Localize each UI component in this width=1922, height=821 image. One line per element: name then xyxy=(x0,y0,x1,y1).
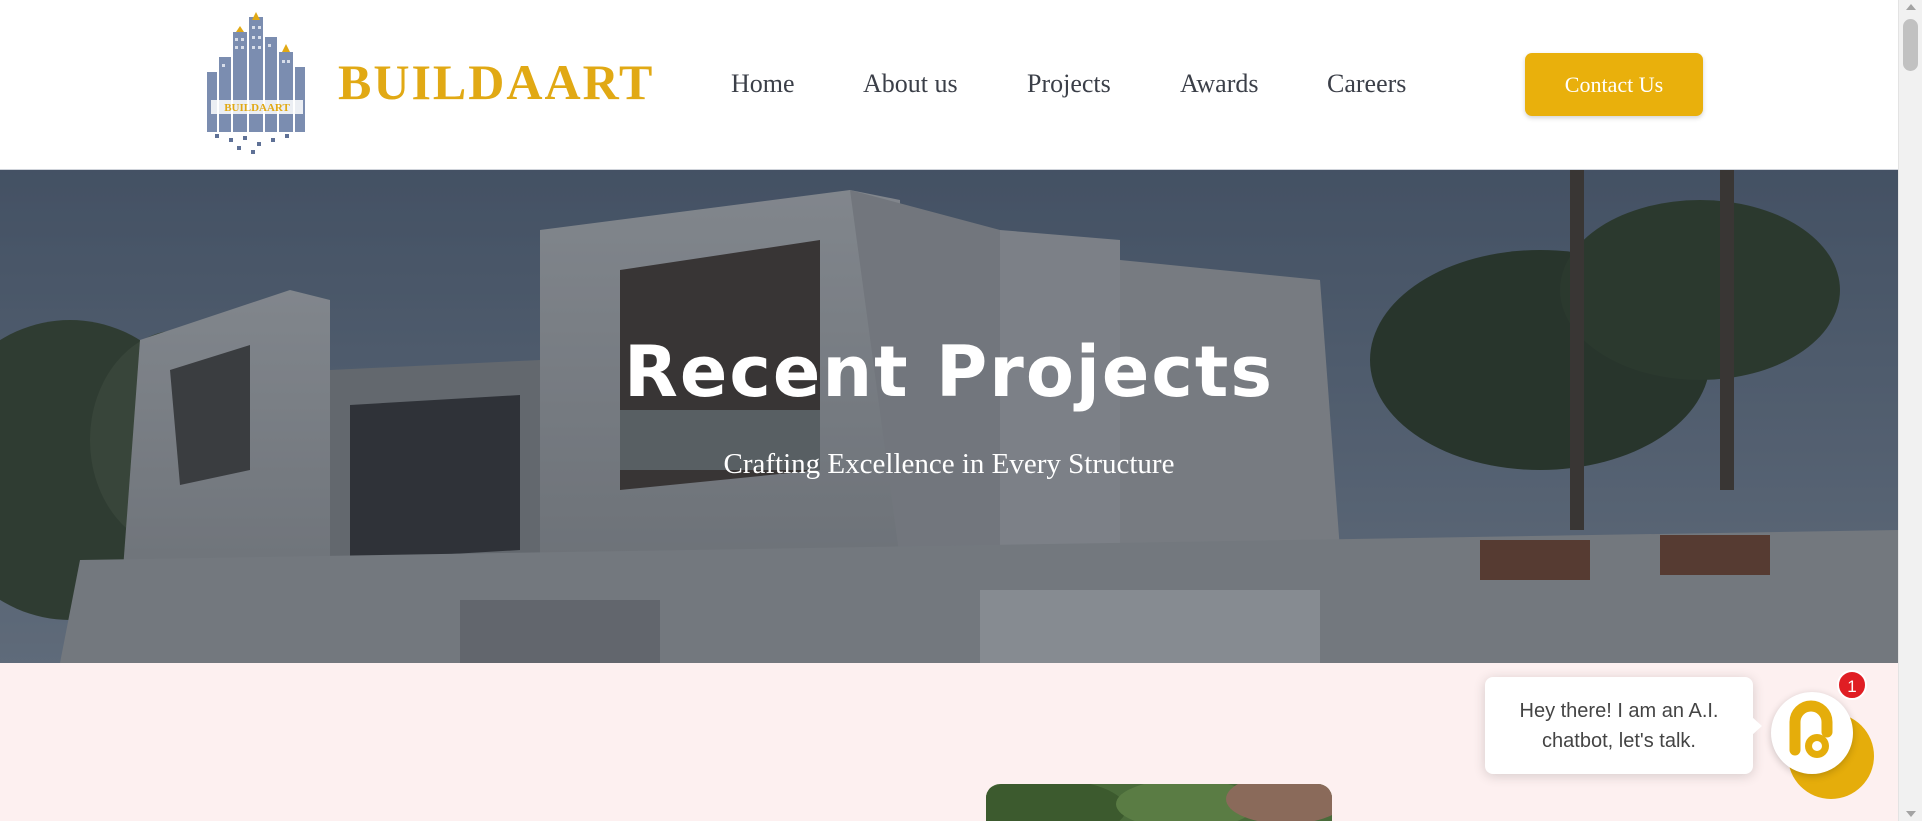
contact-us-button[interactable]: Contact Us xyxy=(1525,53,1703,116)
scroll-down-arrow-icon[interactable] xyxy=(1906,811,1916,817)
nav-projects[interactable]: Projects xyxy=(1027,64,1111,104)
chatbot-avatar[interactable] xyxy=(1771,692,1853,774)
page-scrollbar[interactable] xyxy=(1898,0,1922,821)
scrollbar-thumb[interactable] xyxy=(1903,19,1918,71)
chatbot-logo-icon xyxy=(1776,697,1848,769)
project-photo xyxy=(986,784,1332,821)
hero-subtitle: Crafting Excellence in Every Structure xyxy=(723,448,1175,480)
site-header: BUILDAART BUILDAART Home About us Projec… xyxy=(0,0,1898,170)
hero-banner: Recent Projects Crafting Excellence in E… xyxy=(0,170,1898,663)
nav-awards[interactable]: Awards xyxy=(1180,64,1258,104)
unread-count-badge: 1 xyxy=(1837,670,1867,700)
city-skyline-icon: BUILDAART xyxy=(207,12,305,154)
logo-text: BUILDAART xyxy=(224,102,290,114)
modern-house-photo xyxy=(0,170,1898,663)
nav-about-us[interactable]: About us xyxy=(863,64,958,104)
brand-name[interactable]: BUILDAART xyxy=(338,52,654,112)
project-image[interactable] xyxy=(986,784,1332,821)
buildaart-logo[interactable]: BUILDAART xyxy=(199,12,313,158)
nav-careers[interactable]: Careers xyxy=(1327,64,1406,104)
hero-title: Recent Projects xyxy=(623,331,1275,413)
chatbot-greeting-text: Hey there! I am an A.I. chatbot, let's t… xyxy=(1519,699,1719,752)
scroll-up-arrow-icon[interactable] xyxy=(1906,4,1916,10)
nav-home[interactable]: Home xyxy=(731,64,795,104)
chatbot-greeting-bubble[interactable]: Hey there! I am an A.I. chatbot, let's t… xyxy=(1485,677,1762,774)
